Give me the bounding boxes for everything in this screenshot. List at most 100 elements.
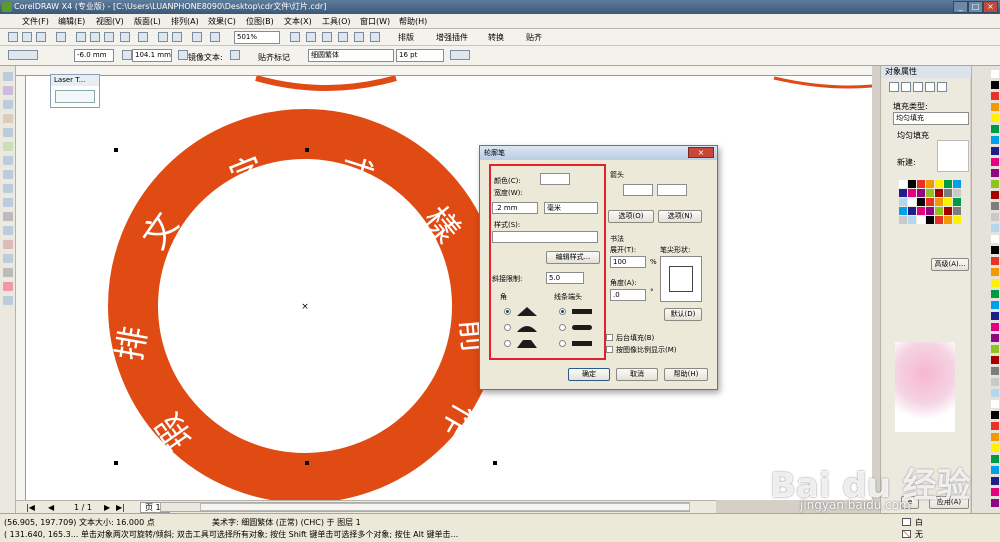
arrow-options-left-button[interactable]: 选项(O) [608,210,654,223]
palette-swatch[interactable] [991,455,999,463]
palette-swatch[interactable] [991,92,999,100]
application-launcher-icon[interactable] [192,32,202,42]
snap-marks-label[interactable]: 贴齐标记 [258,52,290,63]
x-position-field[interactable]: -6.0 mm [74,49,114,62]
shape-tool-icon[interactable] [3,86,13,95]
menu-layout[interactable]: 版面(L) [134,16,161,27]
docker-color-swatch[interactable] [935,189,943,197]
polygon-tool-icon[interactable] [3,184,13,193]
docker-color-swatch[interactable] [944,216,952,224]
selection-handle-bl[interactable] [114,461,118,465]
pick-tool-icon[interactable] [3,72,13,81]
options-icon[interactable] [370,32,380,42]
palette-swatch[interactable] [991,389,999,397]
cut-icon[interactable] [76,32,86,42]
drawing-canvas[interactable]: × 排 文 字 式 樣 前 作 瑕 [26,76,872,500]
outline-tab-icon[interactable] [901,82,911,92]
docker-color-swatch[interactable] [917,198,925,206]
right-arc-shape[interactable] [773,76,872,89]
menu-view[interactable]: 视图(V) [96,16,124,27]
palette-swatch[interactable] [991,279,999,287]
docker-color-swatch[interactable] [935,198,943,206]
next-page-button[interactable]: ▶ [104,503,110,512]
mirror-horizontal-icon[interactable] [178,50,188,60]
cancel-button[interactable]: 取消 [616,368,658,381]
basic-shapes-tool-icon[interactable] [3,198,13,207]
docker-color-swatch[interactable] [908,189,916,197]
docker-color-swatch[interactable] [917,216,925,224]
redo-icon[interactable] [138,32,148,42]
docker-color-swatch[interactable] [908,216,916,224]
toolbar-typeset-button[interactable]: 排版 [398,32,414,43]
palette-swatch[interactable] [991,323,999,331]
palette-swatch[interactable] [991,268,999,276]
palette-swatch[interactable] [991,488,999,496]
menu-window[interactable]: 窗口(W) [360,16,390,27]
palette-swatch[interactable] [991,356,999,364]
docker-color-swatch[interactable] [899,198,907,206]
default-button[interactable]: 默认(D) [664,308,702,321]
snap-to-grid-icon[interactable] [354,32,364,42]
palette-swatch[interactable] [991,125,999,133]
palette-swatch[interactable] [991,191,999,199]
fill-tool-icon[interactable] [3,282,13,291]
welcome-screen-icon[interactable] [210,32,220,42]
docker-color-swatch[interactable] [917,207,925,215]
laser-tool-button[interactable] [55,90,95,103]
laser-toolbar-title[interactable]: Laser T... [51,75,99,86]
print-icon[interactable] [56,32,66,42]
interactive-blend-tool-icon[interactable] [3,240,13,249]
general-tab-icon[interactable] [913,82,923,92]
dialog-close-button[interactable]: × [688,147,714,158]
palette-swatch[interactable] [991,114,999,122]
new-color-swatch[interactable] [937,140,969,172]
stretch-field[interactable]: 100 [610,256,646,268]
menu-file[interactable]: 文件(F) [22,16,49,27]
selection-handle-tl[interactable] [114,148,118,152]
docker-color-swatch[interactable] [953,198,961,206]
font-size-select[interactable]: 16 pt [396,49,444,62]
minimize-button[interactable]: _ [953,1,968,13]
toolbar-convert-button[interactable]: 转换 [488,32,504,43]
scale-with-image-checkbox[interactable] [606,346,613,353]
palette-swatch[interactable] [991,70,999,78]
palette-swatch[interactable] [991,400,999,408]
toolbar-plugins-button[interactable]: 增强插件 [436,32,468,43]
crop-tool-icon[interactable] [3,100,13,109]
copy-icon[interactable] [90,32,100,42]
docker-color-swatch[interactable] [926,180,934,188]
docker-color-swatch[interactable] [953,189,961,197]
maximize-button[interactable]: □ [968,1,983,13]
angle-field[interactable]: .0 [610,289,646,301]
prev-page-button[interactable]: ◀ [48,503,54,512]
fill-type-select[interactable]: 均匀填充 [893,112,969,125]
docker-color-swatch[interactable] [899,180,907,188]
docker-color-swatch[interactable] [908,207,916,215]
docker-color-swatch[interactable] [935,216,943,224]
docker-color-swatch[interactable] [935,207,943,215]
rectangle-tool-icon[interactable] [3,156,13,165]
menu-tools[interactable]: 工具(O) [322,16,351,27]
table-tool-icon[interactable] [3,226,13,235]
start-arrow-select[interactable] [623,184,653,196]
palette-swatch[interactable] [991,169,999,177]
menu-effects[interactable]: 效果(C) [208,16,236,27]
help-button[interactable]: 帮助(H) [664,368,708,381]
docker-color-swatch[interactable] [935,180,943,188]
palette-swatch[interactable] [991,158,999,166]
palette-swatch[interactable] [991,290,999,298]
docker-color-swatch[interactable] [926,198,934,206]
nib-preview[interactable] [660,256,702,302]
palette-swatch[interactable] [991,367,999,375]
docker-color-swatch[interactable] [908,180,916,188]
freehand-tool-icon[interactable] [3,128,13,137]
palette-swatch[interactable] [991,301,999,309]
palette-swatch[interactable] [991,466,999,474]
menu-arrange[interactable]: 排列(A) [171,16,199,27]
docker-color-swatch[interactable] [944,198,952,206]
font-name-select[interactable]: 细圆繁体 [308,49,394,62]
internet-tab-icon[interactable] [925,82,935,92]
offset-field[interactable]: 104.1 mm [132,49,172,62]
palette-swatch[interactable] [991,235,999,243]
summary-tab-icon[interactable] [937,82,947,92]
